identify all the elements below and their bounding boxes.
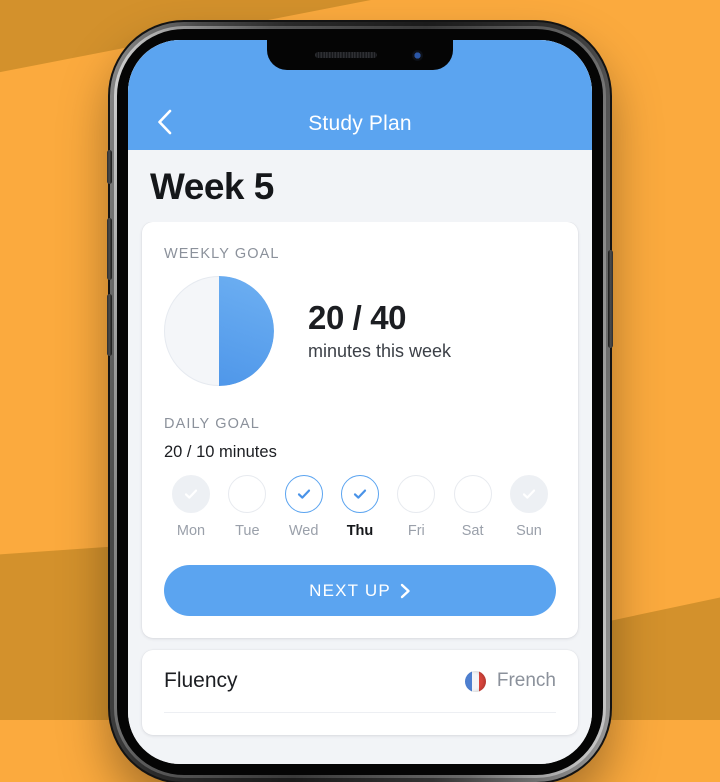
weekly-goal-value: 20 / 40	[308, 298, 407, 336]
day-item-tue[interactable]: Tue	[224, 475, 270, 539]
fluency-language: French	[496, 670, 556, 691]
card-spacer	[142, 638, 578, 650]
fluency-row[interactable]: Fluency French	[142, 650, 578, 712]
fluency-title: Fluency	[164, 669, 238, 692]
speaker-grille-icon	[315, 52, 377, 58]
next-up-label: NEXT UP	[309, 580, 391, 600]
fluency-next-row-stub	[142, 713, 578, 735]
day-label-mon: Mon	[176, 523, 206, 539]
fluency-value-group: French	[464, 670, 556, 692]
day-item-mon[interactable]: Mon	[168, 475, 214, 539]
weekly-goal-text: 20 / 40 minutes this week	[308, 298, 452, 362]
day-item-sun[interactable]: Sun	[506, 475, 552, 539]
day-label-thu: Thu	[346, 523, 374, 539]
study-plan-card: WEEKLY GOAL 20 / 40 minutes this week DA…	[142, 222, 578, 638]
day-item-thu[interactable]: Thu	[337, 475, 383, 539]
chevron-right-icon	[400, 583, 411, 599]
day-item-fri[interactable]: Fri	[393, 475, 439, 539]
check-icon	[352, 486, 368, 502]
back-button[interactable]	[144, 102, 184, 142]
day-circle-fri[interactable]	[397, 475, 436, 513]
day-circle-sun[interactable]	[509, 475, 548, 513]
day-item-sat[interactable]: Sat	[450, 475, 496, 539]
mute-switch-button[interactable]	[107, 150, 112, 184]
weekly-progress-pie-chart	[164, 276, 274, 386]
weekly-goal-label: WEEKLY GOAL	[164, 246, 280, 262]
fluency-card: Fluency French	[142, 650, 578, 735]
daily-goal-label: DAILY GOAL	[164, 416, 260, 432]
check-icon	[183, 486, 199, 502]
day-label-sun: Sun	[516, 523, 542, 539]
day-label-tue: Tue	[235, 523, 260, 539]
daily-goal-count: 20 / 10 minutes	[164, 443, 277, 461]
day-circle-wed[interactable]	[284, 475, 323, 513]
daily-goal-days-row: Mon Tue Wed Thu Fri Sat Sun	[164, 475, 556, 539]
day-label-sat: Sat	[461, 523, 484, 539]
next-up-button[interactable]: NEXT UP	[164, 565, 556, 616]
volume-down-button[interactable]	[107, 294, 112, 356]
weekly-goal-section: 20 / 40 minutes this week	[164, 276, 556, 386]
page-title: Week 5	[150, 166, 274, 207]
day-circle-tue[interactable]	[228, 475, 267, 513]
phone-notch	[267, 40, 453, 70]
day-circle-thu[interactable]	[340, 475, 379, 513]
chevron-left-icon	[156, 108, 173, 136]
day-circle-sat[interactable]	[453, 475, 492, 513]
check-icon	[296, 486, 312, 502]
app-container: Study Plan Week 5 WEEKLY GOAL 20 / 40 mi	[128, 40, 592, 764]
weekly-goal-caption: minutes this week	[308, 341, 452, 362]
volume-up-button[interactable]	[107, 218, 112, 280]
phone-screen: Study Plan Week 5 WEEKLY GOAL 20 / 40 mi	[128, 40, 592, 764]
check-icon	[521, 486, 537, 502]
day-label-wed: Wed	[288, 523, 319, 539]
content-scroll-area[interactable]: WEEKLY GOAL 20 / 40 minutes this week DA…	[128, 222, 592, 764]
day-item-wed[interactable]: Wed	[281, 475, 327, 539]
french-flag-icon	[464, 670, 486, 692]
power-button[interactable]	[608, 250, 613, 348]
front-camera-icon	[412, 50, 423, 61]
day-label-fri: Fri	[407, 523, 425, 539]
day-circle-mon[interactable]	[172, 475, 210, 513]
nav-title: Study Plan	[308, 112, 412, 135]
phone-device: Study Plan Week 5 WEEKLY GOAL 20 / 40 mi	[107, 22, 613, 782]
pie-chart-completed-slice	[219, 276, 274, 386]
